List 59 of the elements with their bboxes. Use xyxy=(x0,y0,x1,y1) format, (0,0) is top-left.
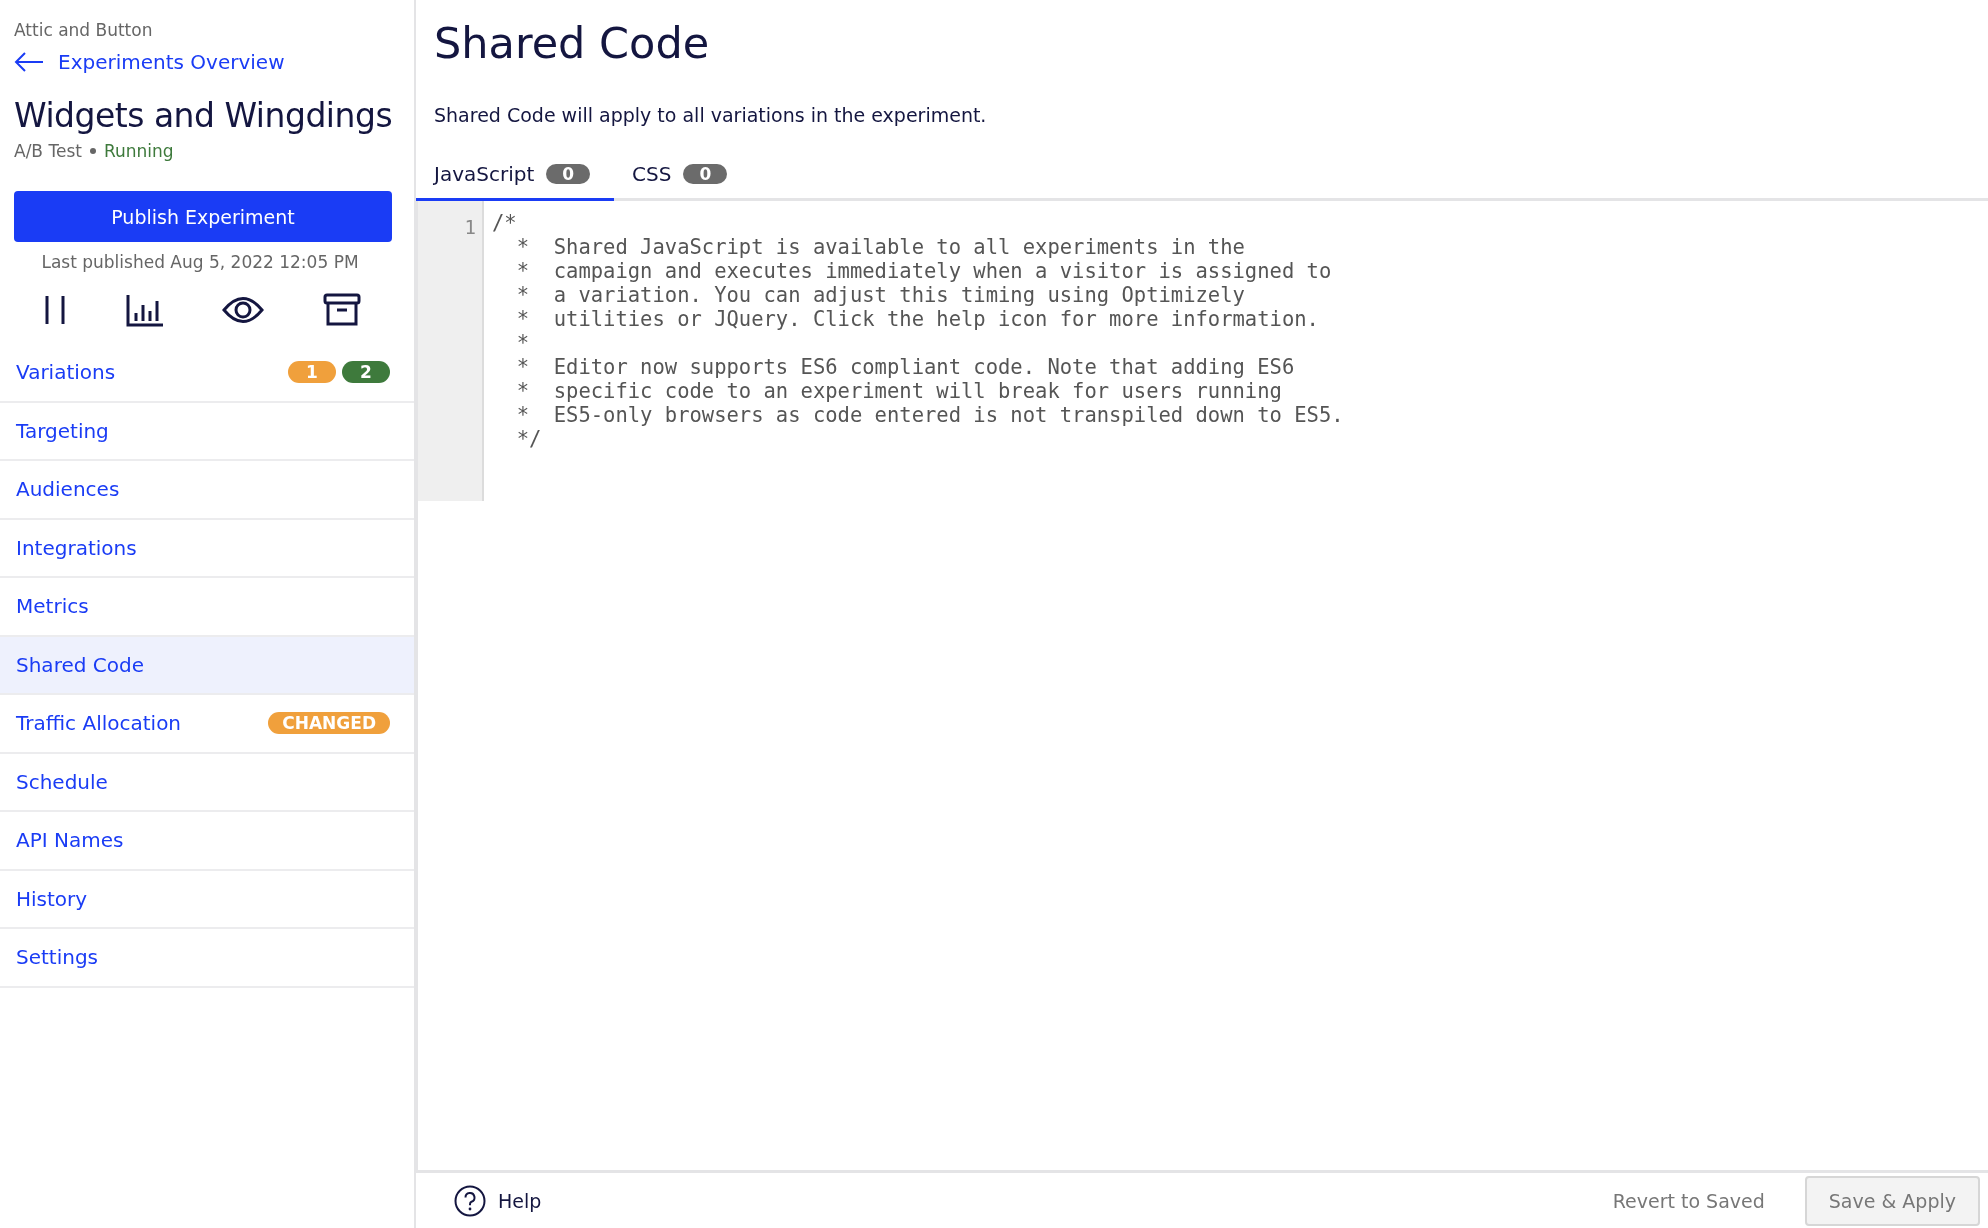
code-line: * ES5-only browsers as code entered is not transpiled down to ES5. xyxy=(515,403,1344,427)
publish-button[interactable]: Publish Experiment xyxy=(14,191,392,242)
experiment-type: A/B Test xyxy=(14,141,82,161)
experiment-title: Widgets and Wingdings xyxy=(14,96,394,135)
help-icon xyxy=(454,1184,486,1217)
count-badge: 2 xyxy=(342,361,390,384)
project-name: Attic and Button xyxy=(14,20,154,40)
description-text: Shared Code will apply to all variations in the experiment. xyxy=(434,104,988,126)
code-line: * campaign and executes immediately when a visitor is assigned to xyxy=(515,259,1333,283)
nav-label: Shared Code xyxy=(16,652,145,677)
nav-label: Metrics xyxy=(16,594,90,619)
nav-label: Variations xyxy=(16,360,117,385)
code-line: * utilities or JQuery. Click the help icon for more information. xyxy=(515,307,1320,331)
count-badge: 1 xyxy=(288,361,336,384)
bar-chart-icon[interactable] xyxy=(125,293,164,327)
archive-box-icon[interactable] xyxy=(322,293,361,327)
nav-label: Traffic Allocation xyxy=(16,711,183,736)
experiment-status: Running xyxy=(103,141,174,161)
nav-item[interactable]: Schedule xyxy=(0,753,414,812)
line-number: 1 xyxy=(463,215,477,239)
nav-label: History xyxy=(16,886,89,911)
nav-item[interactable]: Variations 1 2 xyxy=(0,344,414,403)
last-published-text: Last published Aug 5, 2022 12:05 PM xyxy=(40,252,360,272)
save-button[interactable]: Save & Apply xyxy=(1804,1175,1980,1226)
nav-item[interactable]: Integrations xyxy=(0,519,414,578)
separator-dot xyxy=(89,148,96,154)
page-title: Shared Code xyxy=(434,18,711,68)
nav-item[interactable]: Traffic Allocation CHANGED xyxy=(0,695,414,754)
tab-label: CSS xyxy=(632,162,672,186)
help-link[interactable]: Help xyxy=(454,1184,542,1217)
code-line: * Shared JavaScript is available to all experiments in the xyxy=(515,235,1246,259)
count-badge: CHANGED xyxy=(268,712,390,735)
back-link[interactable]: Experiments Overview xyxy=(14,50,400,74)
nav-label: Audiences xyxy=(16,477,121,502)
back-arrow-icon xyxy=(14,51,44,73)
nav-item[interactable]: API Names xyxy=(0,812,414,871)
code-tab[interactable]: CSS 0 xyxy=(614,152,752,201)
nav-label: Settings xyxy=(16,945,100,970)
nav-item[interactable]: History xyxy=(0,870,414,929)
nav-item[interactable]: Settings xyxy=(0,929,414,988)
tab-label: JavaScript xyxy=(434,162,535,186)
nav-item[interactable]: Shared Code xyxy=(0,636,414,695)
code-line: * specific code to an experiment will break for users running xyxy=(515,379,1283,403)
count-badge: 0 xyxy=(546,164,591,184)
pause-icon[interactable] xyxy=(43,294,68,326)
nav-item[interactable]: Audiences xyxy=(0,461,414,520)
code-line: /* xyxy=(492,211,518,235)
count-badge: 0 xyxy=(683,164,728,184)
revert-button[interactable]: Revert to Saved xyxy=(1606,1188,1771,1213)
code-line: * xyxy=(515,331,531,355)
code-line: * a variation. You can adjust this timing using Optimizely xyxy=(515,283,1246,307)
nav-label: Schedule xyxy=(16,769,109,794)
nav-label: API Names xyxy=(16,828,125,853)
eye-icon[interactable] xyxy=(222,295,265,325)
nav-item[interactable]: Targeting xyxy=(0,402,414,461)
nav-label: Integrations xyxy=(16,535,138,560)
code-line: */ xyxy=(515,427,543,451)
nav-label: Targeting xyxy=(16,418,110,443)
code-line: * Editor now supports ES6 compliant code. Note that adding ES6 xyxy=(515,355,1296,379)
